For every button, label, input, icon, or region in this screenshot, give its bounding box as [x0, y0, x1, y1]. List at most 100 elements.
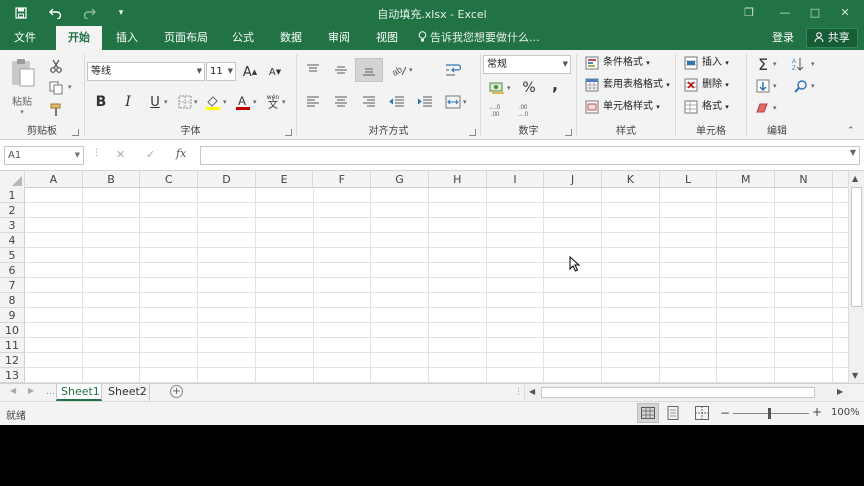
- font-launcher-icon[interactable]: [285, 129, 292, 136]
- column-header-a[interactable]: A: [25, 171, 83, 188]
- column-header-j[interactable]: J: [544, 171, 602, 188]
- tab-split-icon[interactable]: ⋮: [514, 387, 523, 397]
- alignment-launcher-icon[interactable]: [469, 129, 476, 136]
- format-cells-button[interactable]: 格式 ▾: [684, 98, 729, 116]
- row-header-6[interactable]: 6: [0, 263, 25, 278]
- formula-input[interactable]: ▼: [200, 146, 860, 165]
- row-header-7[interactable]: 7: [0, 278, 25, 293]
- row-header-1[interactable]: 1: [0, 188, 25, 203]
- borders-dropdown-icon[interactable]: ▾: [194, 98, 198, 106]
- italic-button[interactable]: I: [118, 92, 138, 112]
- align-right-icon[interactable]: [359, 92, 379, 112]
- copy-icon[interactable]: [46, 78, 66, 98]
- delete-cells-button[interactable]: 删除 ▾: [684, 76, 729, 94]
- find-dropdown-icon[interactable]: ▾: [811, 82, 815, 90]
- share-button[interactable]: 共享: [806, 28, 858, 48]
- column-header-c[interactable]: C: [140, 171, 199, 188]
- bold-button[interactable]: B: [91, 92, 111, 112]
- row-header-13[interactable]: 13: [0, 368, 25, 383]
- sheet-tab-sheet2[interactable]: Sheet2: [104, 384, 150, 401]
- increase-decimal-icon[interactable]: ←.0.00: [487, 100, 507, 120]
- clipboard-launcher-icon[interactable]: [72, 129, 79, 136]
- tab-insert[interactable]: 插入: [108, 26, 146, 50]
- decrease-decimal-icon[interactable]: .00 →.0: [515, 100, 535, 120]
- next-sheet-icon[interactable]: ▶: [28, 386, 34, 395]
- scroll-down-icon[interactable]: ▼: [852, 371, 858, 380]
- fill-dropdown-icon[interactable]: ▾: [773, 82, 777, 90]
- wrap-text-icon[interactable]: [443, 60, 463, 80]
- column-header-g[interactable]: G: [371, 171, 429, 188]
- column-header-m[interactable]: M: [717, 171, 776, 188]
- tab-page-layout[interactable]: 页面布局: [158, 26, 214, 50]
- ribbon-display-options-button[interactable]: ❐: [738, 3, 760, 21]
- horizontal-scrollbar[interactable]: ◀ ▶: [524, 385, 848, 400]
- decrease-indent-icon[interactable]: [387, 92, 407, 112]
- zoom-slider-track[interactable]: [733, 413, 809, 414]
- select-all-button[interactable]: [0, 171, 25, 188]
- copy-dropdown-icon[interactable]: ▾: [68, 83, 72, 91]
- percent-style-button[interactable]: %: [519, 78, 539, 98]
- scroll-up-icon[interactable]: ▲: [852, 174, 858, 183]
- prev-sheet-icon[interactable]: ◀: [10, 386, 16, 395]
- bottom-align-icon[interactable]: [355, 58, 383, 82]
- zoom-out-button[interactable]: −: [720, 406, 730, 420]
- column-header-d[interactable]: D: [198, 171, 256, 188]
- column-header-i[interactable]: I: [487, 171, 545, 188]
- tab-review[interactable]: 审阅: [320, 26, 358, 50]
- row-header-10[interactable]: 10: [0, 323, 25, 338]
- sort-dropdown-icon[interactable]: ▾: [811, 60, 815, 68]
- font-size-combo[interactable]: 11 ▼: [206, 62, 236, 81]
- name-box[interactable]: A1 ▼: [4, 146, 84, 165]
- column-header-k[interactable]: K: [602, 171, 660, 188]
- sheet-tab-sheet1[interactable]: Sheet1: [56, 384, 102, 401]
- add-sheet-button[interactable]: +: [170, 385, 183, 398]
- horizontal-scroll-thumb[interactable]: [541, 387, 815, 398]
- tab-data[interactable]: 数据: [272, 26, 310, 50]
- zoom-slider-thumb[interactable]: [768, 408, 771, 419]
- scroll-right-icon[interactable]: ▶: [837, 387, 843, 396]
- cut-icon[interactable]: [46, 56, 66, 76]
- phonetic-dropdown-icon[interactable]: ▾: [282, 98, 286, 106]
- font-color-icon[interactable]: A: [233, 92, 253, 112]
- number-format-combo[interactable]: 常规 ▼: [483, 55, 571, 74]
- column-header-n[interactable]: N: [775, 171, 833, 188]
- page-layout-view-icon[interactable]: [666, 406, 680, 423]
- insert-cells-button[interactable]: 插入 ▾: [684, 54, 729, 72]
- cell-styles-button[interactable]: 单元格样式 ▾: [585, 98, 660, 116]
- row-header-9[interactable]: 9: [0, 308, 25, 323]
- grow-font-button[interactable]: A ▲: [240, 62, 260, 82]
- maximize-button[interactable]: □: [804, 3, 826, 21]
- tab-home[interactable]: 开始: [56, 26, 102, 50]
- shrink-font-button[interactable]: A ▼: [265, 62, 285, 82]
- phonetic-icon[interactable]: wén 文: [263, 92, 283, 112]
- autosum-dropdown-icon[interactable]: ▾: [773, 60, 777, 68]
- conditional-formatting-button[interactable]: 条件格式 ▾: [585, 54, 650, 72]
- paste-button[interactable]: 粘贴 ▾: [8, 58, 36, 116]
- close-button[interactable]: ✕: [834, 3, 856, 21]
- accounting-format-icon[interactable]: [487, 78, 507, 98]
- merge-dropdown-icon[interactable]: ▾: [463, 98, 467, 106]
- minimize-button[interactable]: —: [774, 3, 796, 21]
- row-header-8[interactable]: 8: [0, 293, 25, 308]
- number-launcher-icon[interactable]: [565, 129, 572, 136]
- format-as-table-button[interactable]: 套用表格格式 ▾: [585, 76, 670, 94]
- cancel-icon[interactable]: ✕: [116, 148, 125, 161]
- fill-color-dropdown-icon[interactable]: ▾: [223, 98, 227, 106]
- sign-in-link[interactable]: 登录: [772, 26, 794, 50]
- expand-formula-bar-icon[interactable]: ▼: [850, 148, 856, 157]
- column-header-l[interactable]: L: [660, 171, 718, 188]
- fill-icon[interactable]: [753, 76, 773, 96]
- comma-style-button[interactable]: ,: [545, 74, 565, 94]
- tell-me-search[interactable]: 告诉我您想要做什么...: [418, 26, 540, 50]
- row-header-11[interactable]: 11: [0, 338, 25, 353]
- format-painter-icon[interactable]: [46, 100, 66, 120]
- clear-dropdown-icon[interactable]: ▾: [773, 104, 777, 112]
- row-header-12[interactable]: 12: [0, 353, 25, 368]
- sheet-ellipsis-icon[interactable]: …: [46, 387, 55, 397]
- align-left-icon[interactable]: [303, 92, 323, 112]
- fill-color-icon[interactable]: [203, 92, 223, 112]
- tab-view[interactable]: 视图: [368, 26, 406, 50]
- underline-dropdown-icon[interactable]: ▾: [164, 98, 168, 106]
- page-break-view-icon[interactable]: [695, 406, 709, 423]
- middle-align-icon[interactable]: [331, 60, 351, 80]
